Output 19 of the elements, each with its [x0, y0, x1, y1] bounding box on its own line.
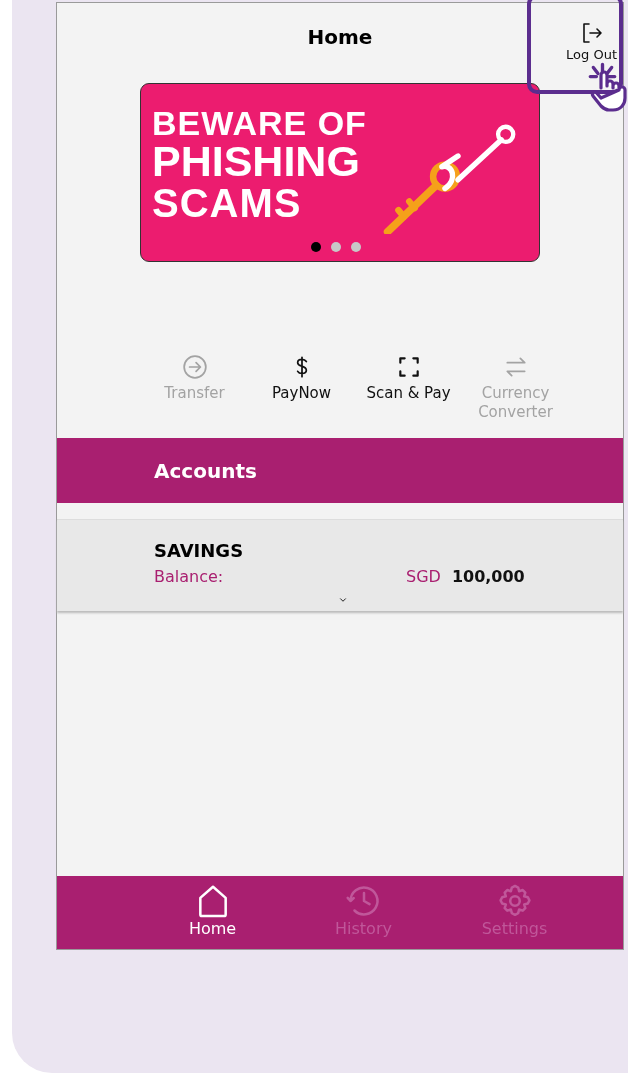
- carousel-dot[interactable]: [351, 242, 361, 252]
- banner-headline-line: SCAMS: [152, 183, 303, 223]
- balance-label: Balance:: [154, 567, 225, 586]
- arrow-circle-icon: [181, 354, 208, 380]
- tap-marks-icon: [588, 62, 617, 79]
- accounts-title: Accounts: [154, 458, 257, 483]
- screen-title: Home: [307, 25, 373, 49]
- carousel-dot[interactable]: [311, 242, 321, 252]
- quick-action-button[interactable]: PayNow: [248, 354, 355, 422]
- log-out-button[interactable]: Log Out: [566, 21, 617, 62]
- currency-code: SGD: [406, 567, 441, 586]
- nav-tab[interactable]: Home: [137, 876, 288, 949]
- banner-headline-line: BEWARE OF: [152, 106, 367, 140]
- banner-headline-line: PHISHING: [152, 140, 361, 183]
- carousel-dot[interactable]: [331, 242, 341, 252]
- quick-action-button[interactable]: Scan & Pay: [355, 354, 462, 422]
- account-name: SAVINGS: [154, 540, 245, 561]
- balance-amount: 100,000: [451, 567, 525, 586]
- account-card[interactable]: SAVINGS Balance: SGD 100,000: [57, 519, 623, 611]
